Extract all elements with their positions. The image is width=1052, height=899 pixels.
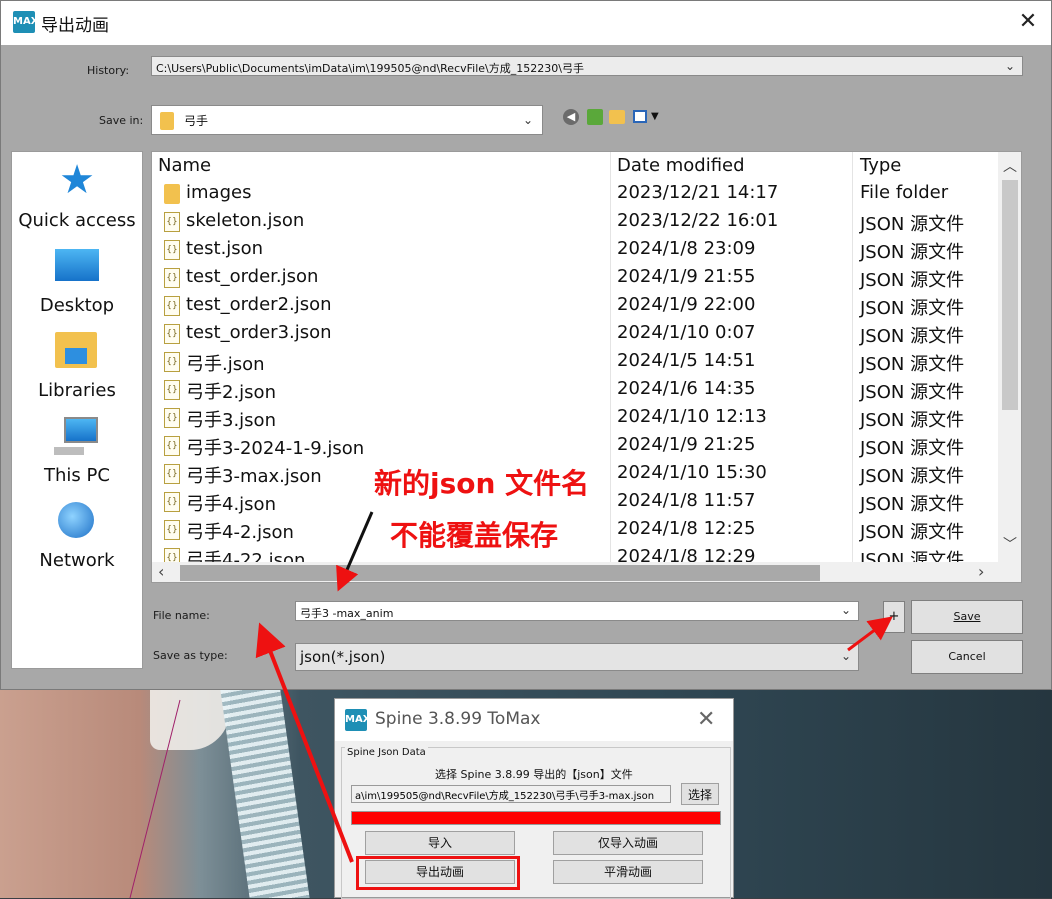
arrow-export-to-filename (255, 622, 354, 863)
arrow-to-plus (847, 616, 893, 652)
arrow-to-filename (336, 511, 374, 592)
annotation-arrows (129, 511, 893, 898)
background-line (129, 699, 181, 898)
